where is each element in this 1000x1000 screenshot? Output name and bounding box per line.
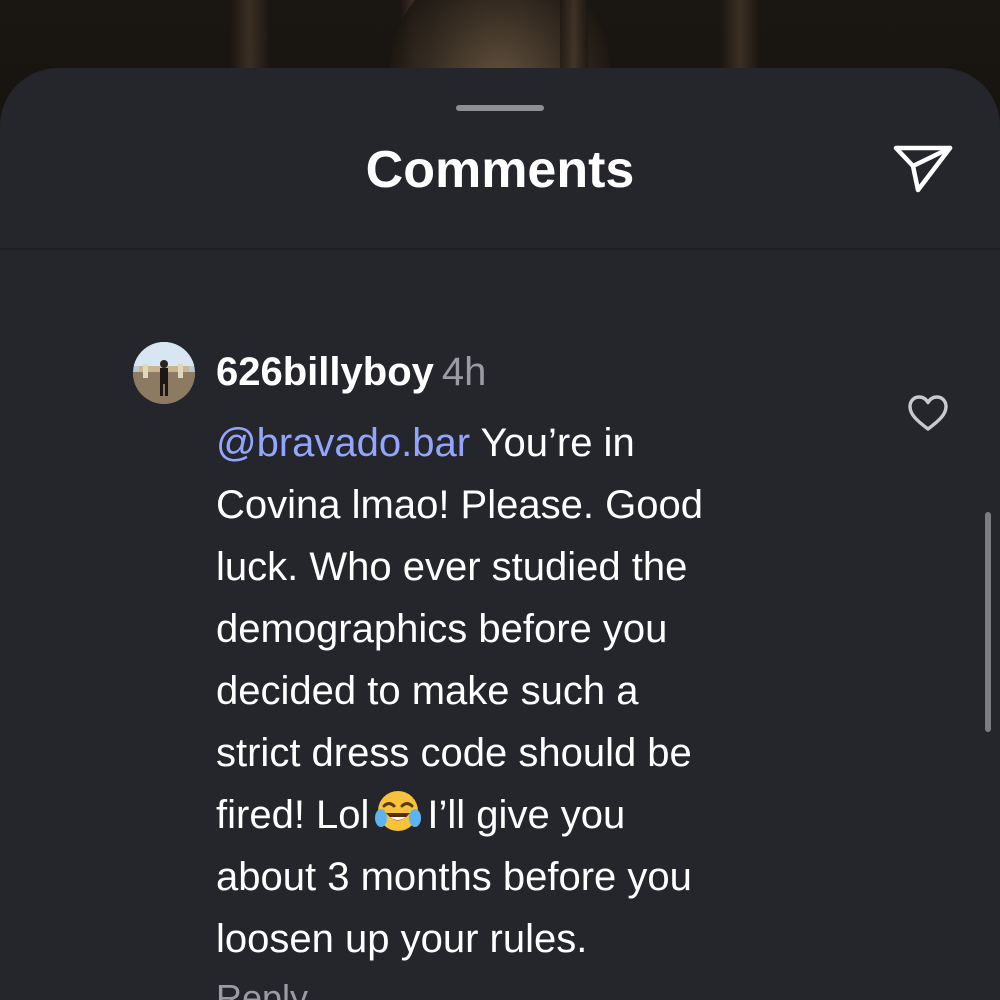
comment-text: @bravado.bar You’re in Covina lmao! Plea… <box>216 412 856 970</box>
comment-line: loosen up your rules. <box>216 917 588 961</box>
comment-text-segment: You’re in <box>470 421 635 465</box>
comment-line: decided to make such a <box>216 669 639 713</box>
comment-line: Covina lmao! Please. Good <box>216 483 703 527</box>
heart-outline-icon[interactable] <box>906 393 950 433</box>
comment-line: strict dress code should be <box>216 731 692 775</box>
comments-sheet: Comments 626billyboy 4h @bravado.bar You’… <box>0 68 1000 1000</box>
scrollbar[interactable] <box>985 512 991 732</box>
avatar-photo <box>133 342 195 404</box>
sheet-title: Comments <box>365 141 635 199</box>
comment-timestamp: 4h <box>441 350 487 394</box>
comment-text-segment: fired! Lol <box>216 793 370 837</box>
drag-handle[interactable] <box>456 105 544 111</box>
face-with-tears-of-joy-emoji <box>375 791 422 831</box>
comment-line: luck. Who ever studied the <box>216 545 688 589</box>
comment-line: demographics before you <box>216 607 668 651</box>
comment-username[interactable]: 626billyboy <box>216 350 434 394</box>
paper-plane-icon[interactable] <box>892 138 954 198</box>
comment-line: about 3 months before you <box>216 855 692 899</box>
comment-line: @bravado.bar You’re in <box>216 412 856 474</box>
comment-header: 626billyboy 4h <box>216 346 486 398</box>
reply-button[interactable]: Reply <box>216 978 308 1000</box>
comment-text-segment: I’ll give you <box>427 793 626 837</box>
header-divider <box>0 248 1000 250</box>
mention-link[interactable]: @bravado.bar <box>216 421 470 465</box>
comment-line: fired! Lol I’ll give you <box>216 784 856 846</box>
avatar[interactable] <box>133 342 195 404</box>
